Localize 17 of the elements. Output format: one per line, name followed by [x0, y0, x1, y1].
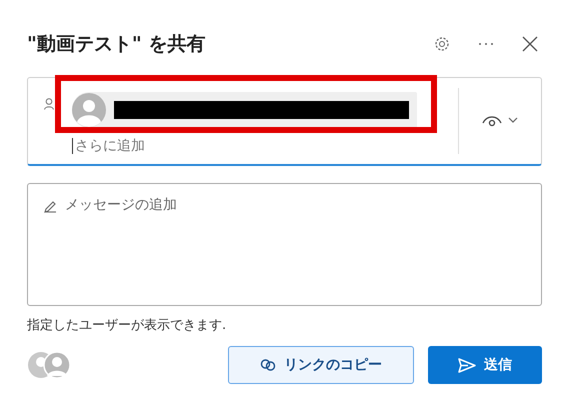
close-icon[interactable]: [522, 36, 538, 52]
recipient-chip[interactable]: [72, 92, 417, 128]
copy-link-button[interactable]: リンクのコピー: [228, 346, 414, 384]
person-icon: [44, 98, 54, 110]
send-button[interactable]: 送信: [428, 346, 542, 384]
pencil-icon: [44, 200, 57, 213]
link-icon: [260, 359, 276, 371]
recipients-field[interactable]: さらに追加: [27, 77, 542, 166]
settings-icon[interactable]: [434, 36, 450, 52]
message-field[interactable]: メッセージの追加: [27, 183, 542, 306]
dialog-title: "動画テスト" を共有: [27, 32, 206, 57]
eye-icon[interactable]: [482, 114, 518, 128]
send-icon: [458, 358, 476, 372]
avatar-icon: [72, 93, 106, 127]
people-icon: [27, 350, 71, 380]
access-note: 指定したユーザーが表示できます.: [27, 317, 228, 334]
more-icon[interactable]: [478, 42, 494, 46]
